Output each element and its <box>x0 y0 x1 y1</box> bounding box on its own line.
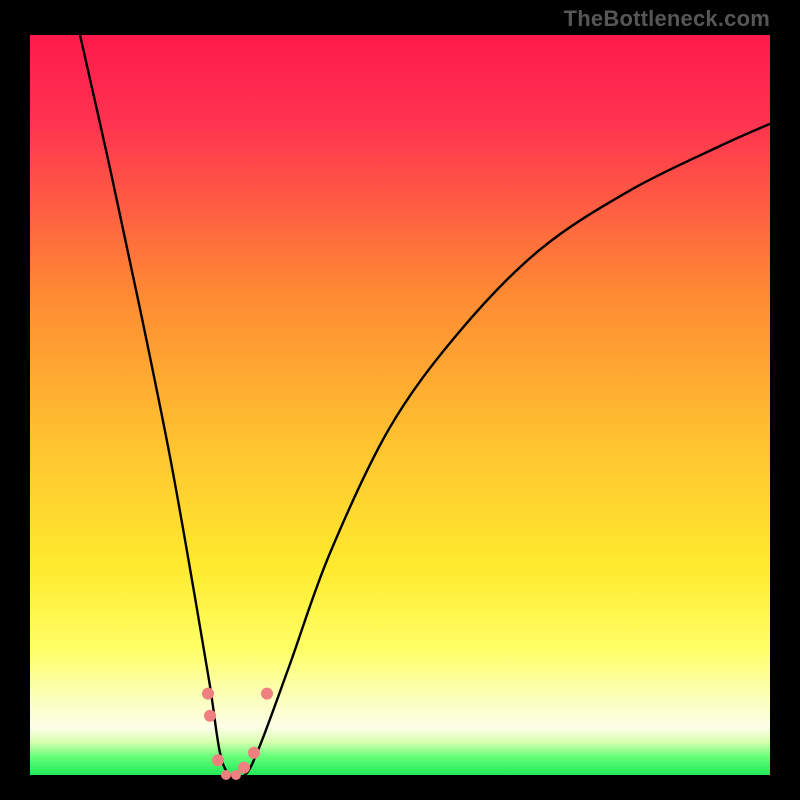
chart-frame <box>30 35 770 775</box>
marker-dot <box>202 688 214 700</box>
marker-dot <box>261 688 273 700</box>
chart-curve-layer <box>30 35 770 775</box>
marker-dot <box>238 762 250 774</box>
marker-dot <box>204 710 216 722</box>
bottleneck-curve <box>80 35 770 778</box>
marker-dot <box>248 747 260 759</box>
marker-dot <box>212 754 224 766</box>
watermark-text: TheBottleneck.com <box>564 6 770 32</box>
marker-dot <box>221 770 231 780</box>
